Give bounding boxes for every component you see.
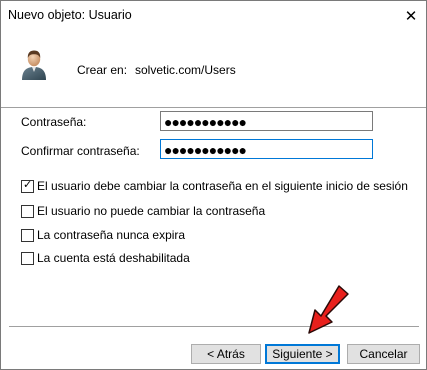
option-account-disabled[interactable]: La cuenta está deshabilitada [21,251,190,265]
next-button[interactable]: Siguiente > [265,344,340,364]
create-in-value: solvetic.com/Users [135,63,236,77]
option-password-never-expires[interactable]: La contraseña nunca expira [21,228,185,242]
checkmark-icon: ✓ [23,178,33,191]
confirm-password-label: Confirmar contraseña: [21,144,140,158]
header-divider-highlight [1,108,426,109]
checkbox[interactable] [21,228,34,242]
footer-divider-highlight [9,327,419,328]
close-button[interactable]: ✕ [396,1,426,31]
checkbox[interactable]: ✓ [21,178,34,193]
checkbox[interactable] [21,204,34,218]
cancel-button[interactable]: Cancelar [347,344,420,364]
option-label: La contraseña nunca expira [37,228,186,242]
password-label: Contraseña: [21,115,87,129]
option-label: El usuario debe cambiar la contraseña en… [37,179,408,193]
password-field[interactable]: ●●●●●●●●●●● [160,111,373,131]
option-label: El usuario no puede cambiar la contraseñ… [37,204,266,218]
user-icon [21,49,47,84]
option-must-change-password[interactable]: ✓ El usuario debe cambiar la contraseña … [21,179,408,193]
dialog-window: Nuevo objeto: Usuario ✕ Crear en: solvet [0,0,427,370]
red-arrow-icon [299,283,351,342]
create-in-label: Crear en: [77,63,128,77]
title-bar: Nuevo objeto: Usuario ✕ [1,1,426,31]
option-label: La cuenta está deshabilitada [37,251,190,265]
back-button[interactable]: < Atrás [191,344,261,364]
checkbox[interactable] [21,251,34,265]
option-cannot-change-password[interactable]: El usuario no puede cambiar la contraseñ… [21,204,265,218]
confirm-password-field[interactable]: ●●●●●●●●●●● [160,139,373,159]
window-title: Nuevo objeto: Usuario [8,8,132,22]
